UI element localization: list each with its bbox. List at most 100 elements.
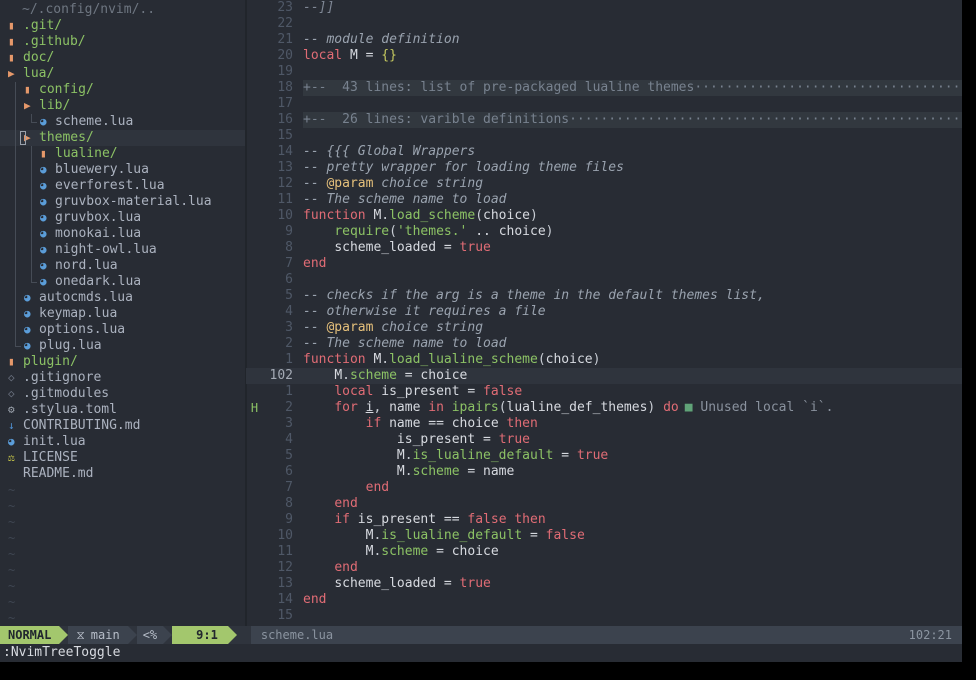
tree-file--stylua-toml[interactable]: ⚙.stylua.toml	[0, 402, 245, 418]
code-line: 6 M.scheme = name	[246, 464, 962, 480]
code-line: 8 end	[246, 496, 962, 512]
code-text: M.scheme = name	[303, 464, 514, 480]
code-text: end	[303, 496, 358, 512]
line-number: 12	[263, 560, 303, 576]
line-number: 8	[263, 240, 303, 256]
tree-file-autocmds-lua[interactable]: ◕autocmds.lua	[0, 290, 245, 306]
tree-file-night-owl-lua[interactable]: ◕night-owl.lua	[0, 242, 245, 258]
tree-file--gitmodules[interactable]: ◇.gitmodules	[0, 386, 245, 402]
tree-empty-marker: ~	[0, 498, 245, 514]
line-number: 1	[263, 352, 303, 368]
code-line: 4 is_present = true	[246, 432, 962, 448]
tree-dir--github[interactable]: ▮.github/	[0, 34, 245, 50]
tree-indent-guide	[8, 146, 24, 162]
tree-empty-marker: ~	[0, 594, 245, 610]
tree-indent-guide	[8, 242, 24, 258]
code-line: 15	[246, 608, 962, 624]
tree-indent-guide	[24, 242, 40, 258]
line-number: 8	[263, 496, 303, 512]
code-line: 2-- The scheme name to load	[246, 336, 962, 352]
tree-item-label: .gitignore	[23, 370, 101, 386]
tree-dir--git[interactable]: ▮.git/	[0, 18, 245, 34]
lua-icon: ◕	[40, 114, 55, 130]
tree-dir-plugin[interactable]: ▮plugin/	[0, 354, 245, 370]
line-number: 23	[263, 0, 303, 16]
tree-item-label: themes/	[39, 130, 94, 146]
tree-indent-guide	[8, 226, 24, 242]
tree-item-label: .gitmodules	[23, 386, 109, 402]
tree-file-everforest-lua[interactable]: ◕everforest.lua	[0, 178, 245, 194]
lua-icon: ◕	[24, 290, 39, 306]
tree-file-nord-lua[interactable]: ◕nord.lua	[0, 258, 245, 274]
tree-dir-config[interactable]: ▮config/	[0, 82, 245, 98]
tree-indent-guide	[24, 146, 40, 162]
code-text: function M.load_scheme(choice)	[303, 208, 538, 224]
code-text: scheme_loaded = true	[303, 576, 491, 592]
tree-file-init-lua[interactable]: ◕init.lua	[0, 434, 245, 450]
tree-item-label: lib/	[39, 98, 70, 114]
code-text: end	[303, 560, 358, 576]
tree-item-label: doc/	[23, 50, 54, 66]
sign-marker: H	[246, 400, 263, 416]
code-line: 14end	[246, 592, 962, 608]
code-line: 21-- module definition	[246, 32, 962, 48]
file-tree-panel[interactable]: ~/.config/nvim/.. ▮.git/▮.github/▮doc/▶l…	[0, 0, 246, 626]
tree-item-label: night-owl.lua	[55, 242, 157, 258]
tree-file-scheme-lua[interactable]: ◕scheme.lua	[0, 114, 245, 130]
tree-file-contributing-md[interactable]: ↓CONTRIBUTING.md	[0, 418, 245, 434]
tree-file-gruvbox-material-lua[interactable]: ◕gruvbox-material.lua	[0, 194, 245, 210]
code-line: 3 if name == choice then	[246, 416, 962, 432]
code-line: 11-- The scheme name to load	[246, 192, 962, 208]
git-icon: ◇	[8, 370, 23, 386]
tree-file-onedark-lua[interactable]: ◕onedark.lua	[0, 274, 245, 290]
tree-file-gruvbox-lua[interactable]: ◕gruvbox.lua	[0, 210, 245, 226]
tree-indent-guide	[8, 130, 24, 146]
tree-item-label: .stylua.toml	[23, 402, 117, 418]
tree-item-label: .git/	[23, 18, 62, 34]
folder-open-icon: ▶	[8, 66, 23, 82]
tree-indent-guide	[24, 194, 40, 210]
tree-dir-lualine[interactable]: ▮lualine/	[0, 146, 245, 162]
code-line: 20local M = {}	[246, 48, 962, 64]
tree-file-readme-md[interactable]: README.md	[0, 466, 245, 482]
code-line: 14-- {{{ Global Wrappers	[246, 144, 962, 160]
tree-file-keymap-lua[interactable]: ◕keymap.lua	[0, 306, 245, 322]
code-line: 9 require('themes.' .. choice)	[246, 224, 962, 240]
folder-icon: ▮	[8, 50, 23, 66]
code-text: -- {{{ Global Wrappers	[303, 144, 475, 160]
tree-file--gitignore[interactable]: ◇.gitignore	[0, 370, 245, 386]
line-number: 14	[263, 592, 303, 608]
tree-file-monokai-lua[interactable]: ◕monokai.lua	[0, 226, 245, 242]
git-icon: ◇	[8, 386, 23, 402]
tree-dir-doc[interactable]: ▮doc/	[0, 50, 245, 66]
code-editor-panel[interactable]: 23--]]2221-- module definition20local M …	[246, 0, 962, 626]
tree-cwd-text: ~/.config/nvim/..	[22, 2, 155, 18]
status-spacer	[237, 626, 251, 644]
tree-file-plug-lua[interactable]: ◕plug.lua	[0, 338, 245, 354]
tree-indent-guide	[24, 210, 40, 226]
tree-indent-guide	[8, 258, 24, 274]
tree-file-options-lua[interactable]: ◕options.lua	[0, 322, 245, 338]
tree-empty-marker: ~	[0, 562, 245, 578]
tree-dir-themes[interactable]: ▶themes/	[0, 130, 245, 146]
lua-icon: ◕	[40, 226, 55, 242]
fold-placeholder[interactable]: +-- 26 lines: varible definitions·······…	[303, 112, 962, 128]
tree-empty-markers: ~~~~~~~~~~	[0, 482, 245, 626]
folder-icon: ▮	[8, 34, 23, 50]
code-line: 102 M.scheme = choice	[246, 368, 962, 384]
tree-item-label: keymap.lua	[39, 306, 117, 322]
tree-dir-lib[interactable]: ▶lib/	[0, 98, 245, 114]
code-text: end	[303, 480, 389, 496]
code-text: if name == choice then	[303, 416, 538, 432]
tree-file-license[interactable]: ⚖LICENSE	[0, 450, 245, 466]
line-number: 20	[263, 48, 303, 64]
command-line[interactable]: :NvimTreeToggle	[0, 644, 962, 662]
tree-indent-guide	[24, 178, 40, 194]
tree-file-bluewery-lua[interactable]: ◕bluewery.lua	[0, 162, 245, 178]
code-text: -- The scheme name to load	[303, 192, 507, 208]
fold-placeholder[interactable]: +-- 43 lines: list of pre-packaged luali…	[303, 80, 962, 96]
tree-dir-lua[interactable]: ▶lua/	[0, 66, 245, 82]
code-text: M.scheme = choice	[303, 544, 499, 560]
code-text: if is_present == false then	[303, 512, 546, 528]
status-position: 9:1	[172, 626, 228, 644]
